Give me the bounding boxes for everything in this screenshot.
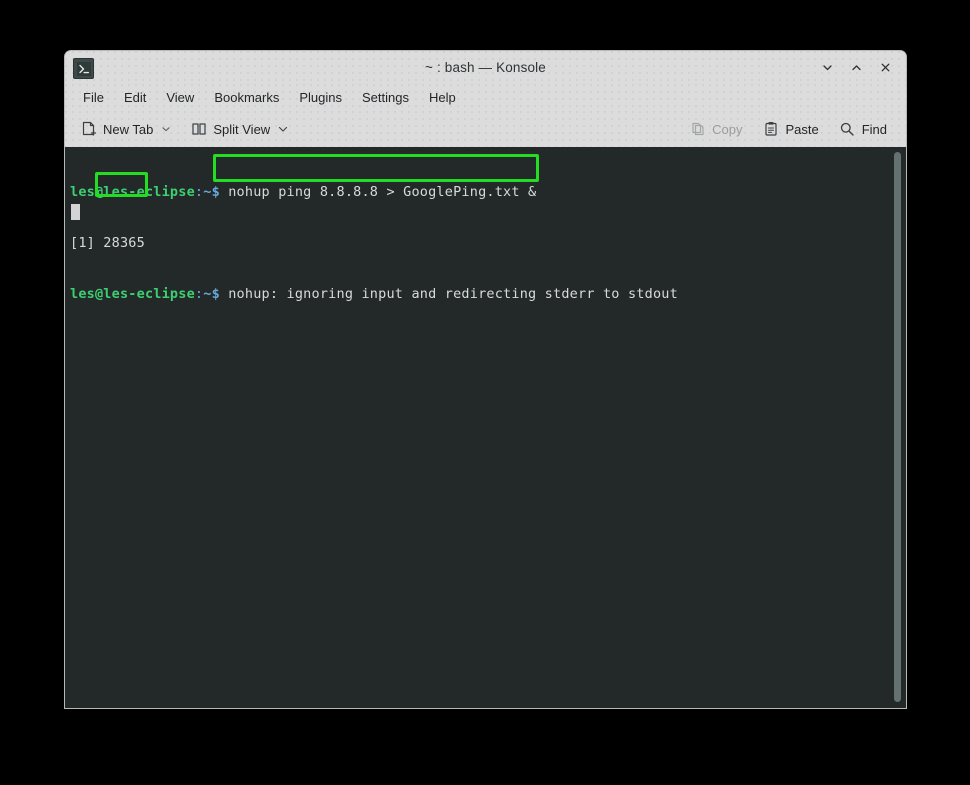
copy-icon [689,121,706,138]
menu-item-view[interactable]: View [156,87,204,108]
menu-bar: File Edit View Bookmarks Plugins Setting… [65,84,906,111]
terminal-line-2: [1] 28365 [70,235,906,252]
paste-label: Paste [785,121,819,137]
chevron-down-icon [822,65,832,71]
job-pid-text: [1] 28365 [70,235,145,251]
toolbar: New Tab Split View Copy Paste Find [65,111,906,147]
split-view-button[interactable]: Split View [183,117,296,142]
menu-item-file[interactable]: File [73,87,114,108]
maximize-button[interactable] [843,55,869,81]
find-label: Find [861,121,887,137]
close-button[interactable] [872,55,898,81]
terminal-output-area[interactable]: les@les-eclipse:~$ nohup ping 8.8.8.8 > … [65,147,906,708]
command-text: nohup ping 8.8.8.8 > GooglePing.txt & [219,184,537,200]
find-button[interactable]: Find [832,117,894,142]
terminal-icon [73,58,94,79]
scrollbar-thumb[interactable] [894,152,901,702]
search-icon [839,121,856,138]
split-view-label: Split View [213,121,271,137]
terminal-line-3: les@les-eclipse:~$ nohup: ignoring input… [70,286,906,303]
split-view-icon [190,121,207,138]
prompt-user: les@les-eclipse [70,286,195,302]
prompt-path: ~$ [203,184,220,200]
chevron-down-icon[interactable] [159,123,172,136]
terminal-text: les@les-eclipse:~$ nohup ping 8.8.8.8 > … [70,150,906,337]
screen: ~ : bash — Konsole File Edit View Bookma… [0,0,970,785]
title-bar[interactable]: ~ : bash — Konsole [65,51,906,84]
paste-icon [762,121,779,138]
menu-item-settings[interactable]: Settings [352,87,419,108]
menu-item-plugins[interactable]: Plugins [289,87,352,108]
chevron-up-icon [851,65,861,71]
terminal-line-1: les@les-eclipse:~$ nohup ping 8.8.8.8 > … [70,184,906,201]
prompt-colon: : [194,286,204,302]
prompt-user: les@les-eclipse [70,184,195,200]
block-cursor [71,204,80,220]
window-title: ~ : bash — Konsole [425,60,546,75]
paste-button[interactable]: Paste [755,117,825,142]
prompt-colon: : [194,184,204,200]
prompt-path: ~$ [203,286,220,302]
toolbar-right-group: Copy Paste Find [682,111,894,147]
new-tab-button[interactable]: New Tab [73,117,179,142]
menu-item-bookmarks[interactable]: Bookmarks [204,87,289,108]
chevron-down-icon[interactable] [276,123,289,136]
window-controls [814,51,898,84]
close-icon [881,63,889,72]
minimize-button[interactable] [814,55,840,81]
nohup-message: nohup: ignoring input and redirecting st… [219,286,678,302]
copy-label: Copy [712,121,743,137]
toolbar-left-group: New Tab Split View [73,117,296,142]
menu-item-help[interactable]: Help [419,87,466,108]
terminal-scrollbar[interactable] [894,152,901,702]
konsole-window: ~ : bash — Konsole File Edit View Bookma… [65,51,906,708]
copy-button[interactable]: Copy [682,117,749,142]
new-tab-icon [80,121,97,138]
menu-item-edit[interactable]: Edit [114,87,156,108]
new-tab-label: New Tab [103,121,154,137]
